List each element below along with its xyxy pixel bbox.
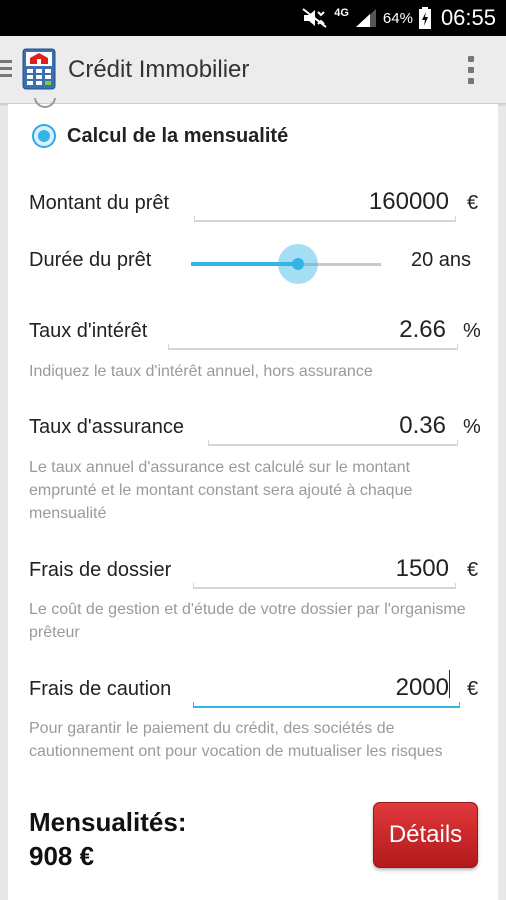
interest-rate-label: Taux d'intérêt xyxy=(29,320,148,342)
battery-percent: 64% xyxy=(382,9,413,27)
interest-rate-unit: % xyxy=(463,320,481,342)
guarantee-fees-input[interactable]: 2000 xyxy=(193,674,449,702)
calculator-form: Calcul de la mensualité Montant du prêt … xyxy=(8,98,498,900)
text-cursor xyxy=(449,670,450,698)
guarantee-fees-label: Frais de caution xyxy=(29,678,172,700)
battery-charging-icon xyxy=(418,7,431,29)
radio-option-monthly-payment[interactable]: Calcul de la mensualité xyxy=(32,124,288,148)
drawer-menu-icon[interactable] xyxy=(0,60,12,80)
application-fees-underline xyxy=(193,583,456,589)
application-fees-hint: Le coût de gestion et d'étude de votre d… xyxy=(29,601,466,641)
application-fees-label: Frais de dossier xyxy=(29,559,172,581)
duration-label: Durée du prêt xyxy=(29,249,152,271)
insurance-rate-input[interactable]: 0.36 xyxy=(208,412,446,440)
app-logo-icon[interactable] xyxy=(22,48,56,90)
duration-value: 20 ans xyxy=(411,249,472,271)
monthly-payment-label: Mensualités: xyxy=(29,807,187,837)
insurance-rate-hint: Le taux annuel d'assurance est calculé s… xyxy=(29,459,413,522)
radio-label: Calcul de la mensualité xyxy=(67,124,289,147)
insurance-rate-label: Taux d'assurance xyxy=(29,416,185,438)
insurance-rate-underline xyxy=(208,440,458,446)
signal-icon xyxy=(355,9,376,27)
application-fees-input[interactable]: 1500 xyxy=(193,555,449,583)
guarantee-fees-underline xyxy=(193,702,460,708)
loan-amount-underline xyxy=(194,216,456,222)
radio-option-partial[interactable] xyxy=(34,98,56,108)
guarantee-fees-unit: € xyxy=(467,678,479,700)
monthly-payment-value: 908 € xyxy=(29,841,95,871)
mute-icon xyxy=(302,8,327,28)
action-bar: Crédit Immobilier xyxy=(0,36,506,104)
application-fees-unit: € xyxy=(467,559,479,581)
interest-rate-underline xyxy=(168,344,458,350)
overflow-menu-icon[interactable] xyxy=(468,56,474,84)
details-button[interactable]: Détails xyxy=(373,802,478,868)
clock: 06:55 xyxy=(440,5,496,30)
interest-rate-input[interactable]: 2.66 xyxy=(168,316,446,344)
guarantee-fees-hint: Pour garantir le paiement du crédit, des… xyxy=(29,720,443,760)
status-bar: 4G 64% 06:55 xyxy=(0,0,506,36)
loan-amount-unit: € xyxy=(467,192,479,214)
network-type: 4G xyxy=(334,6,349,19)
radio-selected-icon[interactable] xyxy=(32,124,56,148)
duration-slider-thumb[interactable] xyxy=(292,258,304,270)
app-title: Crédit Immobilier xyxy=(68,56,250,83)
loan-amount-input[interactable]: 160000 xyxy=(194,188,449,216)
insurance-rate-unit: % xyxy=(463,416,481,438)
loan-amount-label: Montant du prêt xyxy=(29,192,170,214)
interest-rate-hint: Indiquez le taux d'intérêt annuel, hors … xyxy=(29,363,373,380)
